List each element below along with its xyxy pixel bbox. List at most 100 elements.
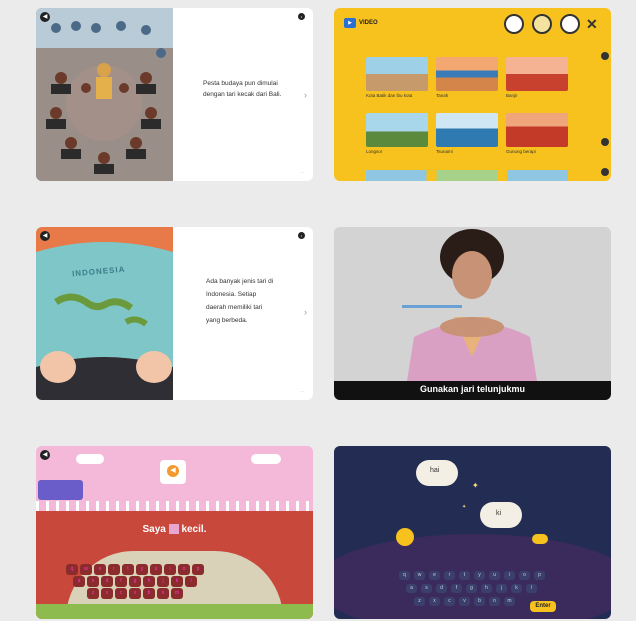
video-label-5: Tsunami (436, 149, 453, 154)
video-label-4: Longsor (366, 149, 383, 154)
grass (36, 604, 313, 619)
key-f[interactable]: f (115, 576, 127, 587)
key-u[interactable]: u (150, 564, 162, 575)
video-thumb-3[interactable] (506, 57, 568, 91)
sound-icon[interactable]: ◀ (40, 12, 50, 22)
key-o[interactable]: o (519, 571, 530, 580)
key-k[interactable]: k (171, 576, 183, 587)
app-screenshots-grid: ◀ Pesta budaya pun dimulai dengan tari k… (0, 0, 636, 621)
key-h[interactable]: h (143, 576, 155, 587)
key-e[interactable]: e (429, 571, 440, 580)
key-t[interactable]: t (122, 564, 134, 575)
moon-2 (532, 534, 548, 544)
key-h[interactable]: h (481, 584, 492, 593)
key-m[interactable]: m (171, 588, 183, 599)
key-n[interactable]: n (489, 597, 500, 606)
key-s[interactable]: s (421, 584, 432, 593)
scroll-dot-2[interactable] (601, 138, 609, 146)
cloud-1 (76, 454, 104, 464)
key-b[interactable]: b (143, 588, 155, 599)
cloud-2 (251, 454, 281, 464)
sentence-prefix: Saya (142, 524, 166, 535)
story-text-2: Ada banyak jenis tari di Indonesia. Seti… (206, 278, 274, 324)
key-d[interactable]: d (436, 584, 447, 593)
key-l[interactable]: l (526, 584, 537, 593)
key-c[interactable]: c (444, 597, 455, 606)
video-play-icon: ▶ (344, 18, 356, 28)
key-l[interactable]: l (185, 576, 197, 587)
key-k[interactable]: k (511, 584, 522, 593)
scroll-dot-3[interactable] (601, 168, 609, 176)
sentence-line: Saya kecil. (36, 524, 313, 535)
sound-icon[interactable]: ◀ (40, 231, 50, 241)
key-u[interactable]: u (489, 571, 500, 580)
lesson-video-player[interactable]: Gunakan jari telunjukmu (334, 227, 611, 400)
blank-slot (168, 524, 179, 535)
video-thumb-4[interactable] (366, 113, 428, 147)
key-i[interactable]: i (164, 564, 176, 575)
video-thumb-1[interactable] (366, 57, 428, 91)
sheep-typing-game: ✦ ✦ hai ki qwertyuiop asdfghjkl zxcvbnm En… (334, 446, 611, 619)
partial-thumb-row (366, 170, 568, 181)
key-p[interactable]: p (192, 564, 204, 575)
key-v[interactable]: v (129, 588, 141, 599)
key-p[interactable]: p (534, 571, 545, 580)
video-thumb-5[interactable] (436, 113, 498, 147)
key-j[interactable]: j (157, 576, 169, 587)
key-s[interactable]: s (87, 576, 99, 587)
key-t[interactable]: t (459, 571, 470, 580)
video-thumb-2[interactable] (436, 57, 498, 91)
key-w[interactable]: w (414, 571, 425, 580)
word-ki: ki (496, 510, 502, 517)
key-e[interactable]: e (94, 564, 106, 575)
video-subtitle: Gunakan jari telunjukmu (419, 384, 526, 394)
key-g[interactable]: g (129, 576, 141, 587)
story-page-kecak: ◀ Pesta budaya pun dimulai dengan tari k… (36, 8, 313, 181)
profile-icon-1[interactable] (504, 14, 524, 34)
key-b[interactable]: b (474, 597, 485, 606)
key-v[interactable]: v (459, 597, 470, 606)
speaker-icon[interactable]: • (298, 232, 305, 239)
key-a[interactable]: a (73, 576, 85, 587)
story-page-indonesia: INDONESIA ◀ Ada banyak jenis tari di Ind… (36, 227, 313, 400)
key-x[interactable]: x (429, 597, 440, 606)
key-w[interactable]: w (80, 564, 92, 575)
next-arrow-icon[interactable]: › (304, 307, 307, 317)
key-q[interactable]: q (66, 564, 78, 575)
presenter-frame (334, 227, 611, 400)
next-arrow-icon[interactable]: › (304, 90, 307, 100)
key-y[interactable]: y (136, 564, 148, 575)
page-number: ··· (300, 170, 304, 175)
key-a[interactable]: a (406, 584, 417, 593)
key-x[interactable]: x (101, 588, 113, 599)
enter-button[interactable]: Enter (530, 601, 556, 612)
scroll-dot-1[interactable] (601, 52, 609, 60)
key-n[interactable]: n (157, 588, 169, 599)
page-number: ··· (300, 389, 304, 394)
back-icon[interactable]: ◀ (40, 450, 50, 460)
video-label-3: Banjir (506, 93, 518, 98)
key-f[interactable]: f (451, 584, 462, 593)
hill (334, 534, 611, 619)
kecak-dancers-illustration (36, 8, 173, 181)
video-thumb-6[interactable] (506, 113, 568, 147)
profile-icon-3[interactable] (560, 14, 580, 34)
key-o[interactable]: o (178, 564, 190, 575)
key-z[interactable]: z (414, 597, 425, 606)
key-r[interactable]: r (444, 571, 455, 580)
key-g[interactable]: g (466, 584, 477, 593)
key-i[interactable]: i (504, 571, 515, 580)
key-r[interactable]: r (108, 564, 120, 575)
key-m[interactable]: m (504, 597, 515, 606)
key-d[interactable]: d (101, 576, 113, 587)
profile-icon-2[interactable] (532, 14, 552, 34)
typing-game-screen: ◀ ◀ Saya kecil. qwertyuiop asdfghjkl zxcvb… (36, 446, 313, 619)
moon-1 (396, 528, 414, 546)
key-j[interactable]: j (496, 584, 507, 593)
key-c[interactable]: c (115, 588, 127, 599)
key-q[interactable]: q (399, 571, 410, 580)
speaker-icon[interactable]: • (298, 13, 305, 20)
close-icon[interactable]: ✕ (586, 16, 598, 33)
key-y[interactable]: y (474, 571, 485, 580)
key-z[interactable]: z (87, 588, 99, 599)
